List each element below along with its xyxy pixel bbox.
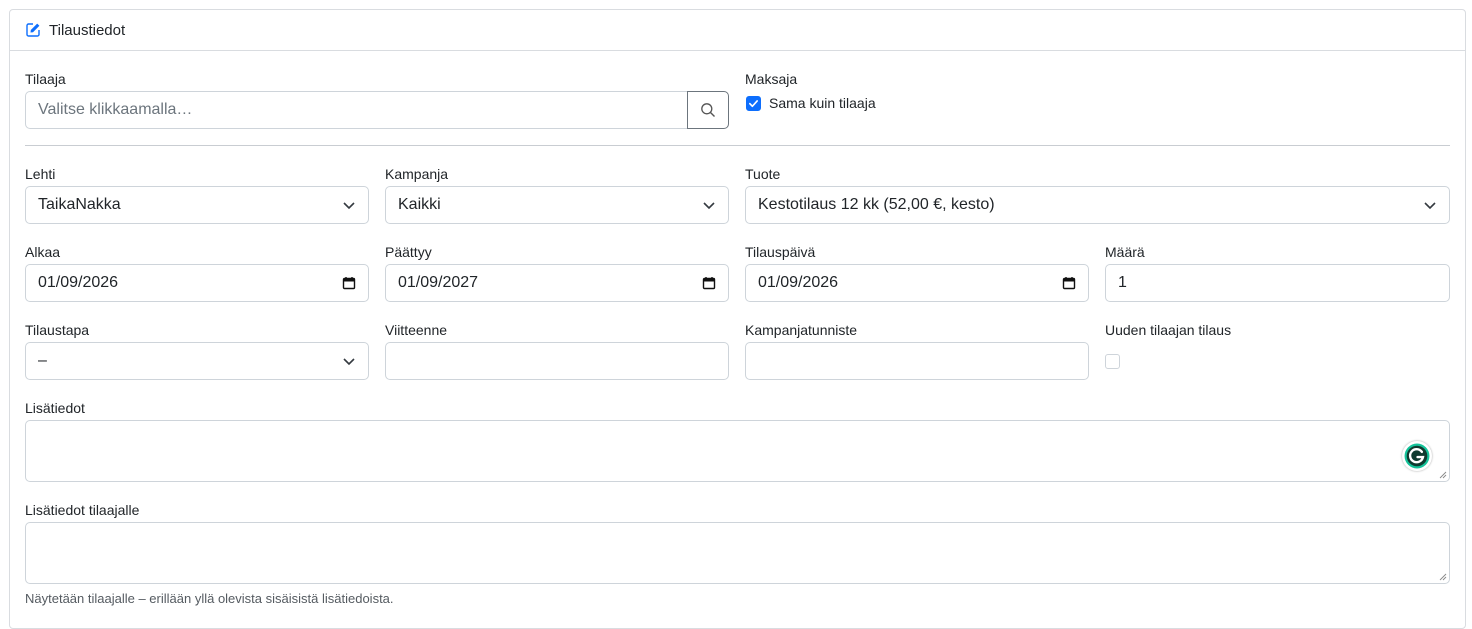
tilauspaiva-label: Tilauspäivä: [745, 244, 816, 260]
alkaa-value: 01/09/2026: [38, 274, 119, 291]
lehti-value: TaikaNakka: [38, 196, 121, 213]
kampanja-value: Kaikki: [398, 196, 441, 213]
paattyy-value: 01/09/2027: [398, 274, 479, 291]
chevron-down-icon: [1424, 202, 1436, 210]
alkaa-label: Alkaa: [25, 244, 61, 260]
tilaaja-placeholder: Valitse klikkaamalla…: [38, 101, 193, 118]
paattyy-label: Päättyy: [385, 244, 432, 260]
calendar-icon[interactable]: [1062, 276, 1076, 290]
lisatiedot-textarea[interactable]: [25, 420, 1450, 482]
calendar-icon[interactable]: [702, 276, 716, 290]
lehti-select[interactable]: TaikaNakka: [25, 186, 369, 224]
chevron-down-icon: [343, 358, 355, 366]
maksaja-label: Maksaja: [745, 71, 798, 87]
tilauspaiva-value: 01/09/2026: [758, 274, 839, 291]
tuote-select[interactable]: Kestotilaus 12 kk (52,00 €, kesto): [745, 186, 1450, 224]
calendar-icon[interactable]: [342, 276, 356, 290]
alkaa-date-input[interactable]: 01/09/2026: [25, 264, 369, 302]
resize-grip-icon[interactable]: [1439, 573, 1447, 581]
sama-kuin-tilaaja-label: Sama kuin tilaaja: [769, 95, 876, 111]
kampanjatunniste-label: Kampanjatunniste: [745, 322, 858, 338]
kampanja-select[interactable]: Kaikki: [385, 186, 729, 224]
card-title: Tilaustiedot: [49, 21, 126, 39]
sama-kuin-tilaaja-checkbox[interactable]: [746, 96, 761, 111]
tilauspaiva-date-input[interactable]: 01/09/2026: [745, 264, 1089, 302]
grammarly-logo-icon: [1404, 443, 1430, 469]
edit-icon: [26, 23, 40, 37]
card-header: Tilaustiedot: [10, 10, 1465, 51]
divider: [25, 145, 1450, 146]
uuden-tilaajan-label: Uuden tilaajan tilaus: [1105, 322, 1232, 338]
lisatiedot-label: Lisätiedot: [25, 400, 85, 416]
lisatiedot-tilaajalle-textarea[interactable]: [25, 522, 1450, 584]
tuote-label: Tuote: [745, 166, 781, 182]
search-icon: [701, 103, 715, 117]
kampanja-label: Kampanja: [385, 166, 449, 182]
tilaaja-search-button[interactable]: [687, 91, 729, 129]
tuote-value: Kestotilaus 12 kk (52,00 €, kesto): [758, 196, 995, 213]
grammarly-icon[interactable]: [1402, 441, 1432, 471]
kampanjatunniste-input[interactable]: [745, 342, 1089, 380]
lisatiedot-tilaajalle-label: Lisätiedot tilaajalle: [25, 502, 140, 518]
lisatiedot-tilaajalle-help: Näytetään tilaajalle – erillään yllä ole…: [25, 591, 394, 606]
tilaustapa-select[interactable]: –: [25, 342, 369, 380]
maara-value: 1: [1118, 274, 1127, 291]
viitteenne-input[interactable]: [385, 342, 729, 380]
maara-input[interactable]: 1: [1105, 264, 1450, 302]
tilaustapa-value: –: [38, 352, 47, 369]
paattyy-date-input[interactable]: 01/09/2027: [385, 264, 729, 302]
uuden-tilaajan-checkbox[interactable]: [1105, 354, 1120, 369]
viitteenne-label: Viitteenne: [385, 322, 448, 338]
tilaaja-input[interactable]: Valitse klikkaamalla…: [25, 91, 688, 129]
tilaustapa-label: Tilaustapa: [25, 322, 90, 338]
chevron-down-icon: [703, 202, 715, 210]
check-icon: [749, 100, 758, 108]
tilaaja-label: Tilaaja: [25, 71, 66, 87]
maara-label: Määrä: [1105, 244, 1145, 260]
chevron-down-icon: [343, 202, 355, 210]
resize-grip-icon[interactable]: [1439, 471, 1447, 479]
lehti-label: Lehti: [25, 166, 56, 182]
